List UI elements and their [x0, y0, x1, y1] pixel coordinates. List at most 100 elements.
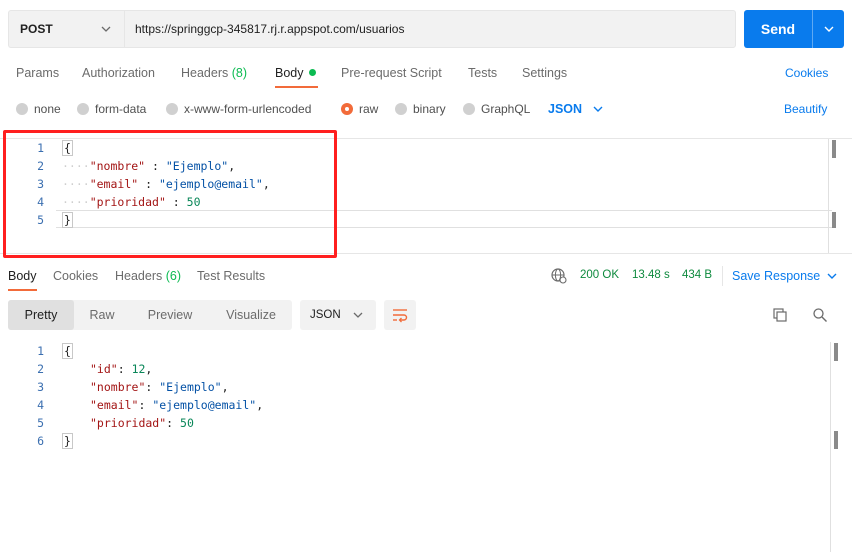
- tab-headers-label: Headers: [181, 66, 229, 80]
- view-preview[interactable]: Preview: [130, 300, 210, 330]
- globe-icon[interactable]: [551, 268, 567, 284]
- line-number: 3: [37, 380, 44, 394]
- tab-tests[interactable]: Tests: [468, 66, 497, 80]
- search-icon: [813, 308, 827, 322]
- radio-x-www-form-urlencoded[interactable]: x-www-form-urlencoded: [166, 102, 311, 116]
- line-number: 5: [37, 416, 44, 430]
- radio-circle: [463, 103, 475, 115]
- active-tab-indicator: [275, 86, 318, 88]
- json-sep: :: [145, 380, 160, 394]
- json-value: "ejemplo@email": [152, 398, 257, 412]
- status-divider: [722, 266, 723, 286]
- response-headers-count: (6): [165, 269, 182, 283]
- radio-circle: [16, 103, 28, 115]
- response-time[interactable]: 13.48 s: [632, 269, 670, 281]
- json-sep: :: [138, 398, 153, 412]
- radio-circle: [77, 103, 89, 115]
- json-value: "Ejemplo": [159, 380, 222, 394]
- view-visualize[interactable]: Visualize: [210, 300, 292, 330]
- save-response-label: Save Response: [732, 269, 821, 283]
- view-pretty[interactable]: Pretty: [8, 300, 74, 330]
- tab-response-headers[interactable]: Headers (6): [115, 269, 181, 283]
- line-number: 1: [37, 344, 44, 358]
- line-number: 4: [37, 398, 44, 412]
- radio-raw-label: raw: [359, 102, 379, 116]
- radio-circle: [395, 103, 407, 115]
- tab-settings[interactable]: Settings: [522, 66, 567, 80]
- radio-circle-selected: [341, 103, 353, 115]
- tab-test-results[interactable]: Test Results: [197, 269, 265, 283]
- json-key: "nombre": [90, 380, 146, 394]
- chevron-down-icon: [353, 312, 363, 318]
- radio-binary-label: binary: [413, 102, 446, 116]
- json-sep: :: [166, 416, 181, 430]
- json-sep: :: [117, 362, 132, 376]
- radio-form-data[interactable]: form-data: [77, 102, 146, 116]
- send-options-button[interactable]: [813, 23, 844, 35]
- radio-graphql-label: GraphQL: [481, 102, 531, 116]
- line-number: 6: [37, 434, 44, 448]
- response-format-select[interactable]: JSON: [300, 300, 376, 330]
- json-value: 50: [180, 416, 194, 430]
- view-raw[interactable]: Raw: [74, 300, 130, 330]
- json-key: "prioridad": [90, 416, 167, 430]
- chevron-down-icon: [824, 26, 833, 32]
- tab-params-label: Params: [16, 66, 60, 80]
- send-button[interactable]: Send: [744, 10, 844, 48]
- request-editor-right-border: [828, 139, 829, 253]
- chevron-down-icon: [101, 26, 111, 32]
- tab-response-body[interactable]: Body: [8, 269, 37, 283]
- headers-count: (8): [231, 66, 248, 80]
- tab-pre-request-script[interactable]: Pre-request Script: [341, 66, 442, 80]
- cookies-link[interactable]: Cookies: [785, 66, 828, 80]
- json-comma: ,: [256, 398, 264, 412]
- radio-none-label: none: [34, 102, 61, 116]
- tab-body[interactable]: Body: [275, 66, 316, 80]
- tab-authorization-label: Authorization: [82, 66, 155, 80]
- json-comma: ,: [145, 362, 153, 376]
- json-value: 12: [131, 362, 146, 376]
- status-code[interactable]: 200 OK: [580, 269, 619, 281]
- chevron-down-icon: [593, 106, 603, 112]
- save-response-button[interactable]: Save Response: [732, 269, 838, 283]
- json-comma: ,: [221, 380, 229, 394]
- copy-button[interactable]: [771, 306, 789, 324]
- tab-response-headers-label: Headers: [115, 269, 163, 283]
- response-viewer-right-border: [830, 342, 831, 552]
- request-scrollbar-thumb[interactable]: [832, 140, 836, 158]
- tab-response-cookies[interactable]: Cookies: [53, 269, 98, 283]
- wrap-lines-button[interactable]: [384, 300, 416, 330]
- tab-params[interactable]: Params: [16, 66, 59, 80]
- tab-pre-request-label: Pre-request Script: [341, 66, 442, 80]
- radio-raw[interactable]: raw: [341, 102, 378, 116]
- method-label: POST: [20, 22, 53, 36]
- search-button[interactable]: [811, 306, 829, 324]
- radio-circle: [166, 103, 178, 115]
- body-active-dot: [308, 69, 316, 76]
- radio-binary[interactable]: binary: [395, 102, 446, 116]
- method-select[interactable]: POST: [8, 10, 124, 48]
- tab-headers[interactable]: Headers (8): [181, 66, 247, 80]
- tab-tests-label: Tests: [468, 66, 498, 80]
- red-highlight-box: [3, 130, 337, 258]
- wrap-lines-icon: [393, 309, 408, 323]
- url-input[interactable]: https://springgcp-345817.rj.r.appspot.co…: [124, 10, 736, 48]
- radio-form-data-label: form-data: [95, 102, 147, 116]
- tab-body-label: Body: [275, 66, 304, 80]
- body-format-select[interactable]: JSON: [548, 102, 604, 116]
- response-size[interactable]: 434 B: [682, 269, 712, 281]
- code-line: "id": 12,: [90, 362, 152, 376]
- radio-urlencoded-label: x-www-form-urlencoded: [184, 102, 312, 116]
- tab-authorization[interactable]: Authorization: [82, 66, 155, 80]
- tab-settings-label: Settings: [522, 66, 568, 80]
- send-label: Send: [760, 21, 796, 37]
- radio-none[interactable]: none: [16, 102, 61, 116]
- response-format-label: JSON: [310, 309, 341, 321]
- code-open-brace: {: [62, 343, 73, 359]
- response-scrollbar-marker: [834, 431, 838, 449]
- request-scrollbar-marker: [832, 212, 836, 228]
- beautify-link[interactable]: Beautify: [784, 102, 827, 116]
- response-scrollbar-thumb[interactable]: [834, 343, 838, 361]
- radio-graphql[interactable]: GraphQL: [463, 102, 530, 116]
- line-number: 2: [37, 362, 44, 376]
